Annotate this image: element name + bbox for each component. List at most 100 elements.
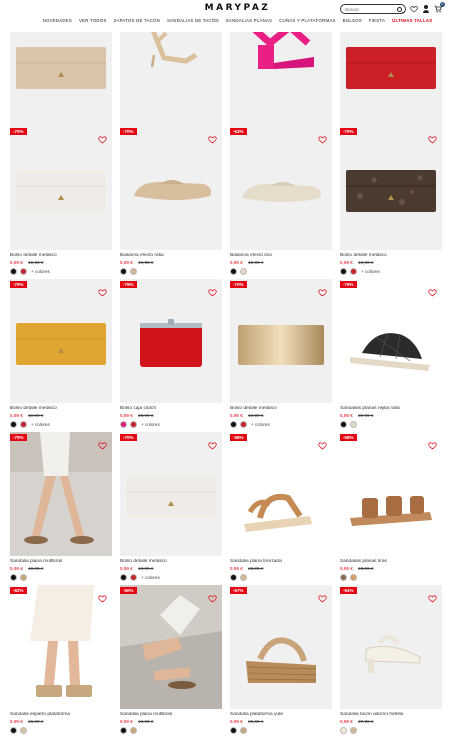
color-swatch[interactable] [340, 268, 347, 275]
color-swatch[interactable] [350, 574, 357, 581]
nav-item[interactable]: Zapatos de tacón [110, 18, 163, 23]
product-image[interactable]: -50% [120, 585, 222, 709]
product-name[interactable]: Sandalia plana trenzada [230, 559, 332, 564]
product-name[interactable]: Bolso caja clutch [120, 406, 222, 411]
color-swatch[interactable] [20, 268, 27, 275]
nav-item[interactable]: Fiesta [365, 18, 388, 23]
product-card[interactable]: -79% Sandalias planas rejilla rafia 5,99 … [340, 279, 442, 428]
color-swatch[interactable] [340, 421, 347, 428]
color-swatch[interactable] [130, 268, 137, 275]
color-swatch[interactable] [350, 268, 357, 275]
heart-icon[interactable] [98, 437, 107, 450]
product-name[interactable]: Bolso detalle metálico [340, 253, 442, 258]
product-image[interactable]: -58% [340, 432, 442, 556]
product-card[interactable]: -58% Sandalias planas tiras 9,99 € 23,99 … [340, 432, 442, 581]
heart-icon[interactable] [208, 590, 217, 603]
product-card[interactable]: -50% Sandalia plana multitiras 9,99 € 19,… [120, 585, 222, 734]
product-card[interactable]: -70% Bolso detalle metálico 5,99 € 19,99 … [340, 126, 442, 275]
product-card[interactable]: -67% Sandalia plataforma yute 9,99 € 29,9… [230, 585, 332, 734]
product-card[interactable]: -58% Sandalia plana trenzada 9,99 € 23,99… [230, 432, 332, 581]
heart-icon[interactable] [410, 5, 418, 13]
more-colors-link[interactable]: + colores [141, 575, 160, 580]
heart-icon[interactable] [428, 131, 437, 144]
color-swatch[interactable] [340, 574, 347, 581]
heart-icon[interactable] [428, 284, 437, 297]
product-card[interactable]: -70% Bolso detalle metálico 5,99 € 19,99 … [120, 432, 222, 581]
color-swatch[interactable] [20, 727, 27, 734]
product-image[interactable]: -64% [340, 585, 442, 709]
heart-icon[interactable] [98, 284, 107, 297]
nav-item[interactable]: Novedades [39, 18, 75, 23]
color-swatch[interactable] [10, 421, 17, 428]
color-swatch[interactable] [120, 727, 127, 734]
heart-icon[interactable] [98, 590, 107, 603]
product-name[interactable]: Sandalias planas rejilla rafia [340, 406, 442, 411]
product-image[interactable]: -79% [120, 279, 222, 403]
product-image[interactable]: -70% [10, 432, 112, 556]
color-swatch[interactable] [240, 268, 247, 275]
nav-item[interactable]: Bolsos [339, 18, 365, 23]
nav-item[interactable]: Sandalias de tacón [164, 18, 223, 23]
heart-icon[interactable] [428, 590, 437, 603]
product-card[interactable]: -64% Sandalia tacón adorno hebilla 9,99 €… [340, 585, 442, 734]
heart-icon[interactable] [98, 131, 107, 144]
product-name[interactable]: Bailarina efecto lino [230, 253, 332, 258]
search-icon[interactable] [397, 6, 402, 12]
more-colors-link[interactable]: + colores [251, 422, 270, 427]
color-swatch[interactable] [350, 727, 357, 734]
user-icon[interactable] [422, 5, 430, 13]
product-name[interactable]: Sandalia plataforma yute [230, 712, 332, 717]
product-image[interactable]: -62% [10, 585, 112, 709]
color-swatch[interactable] [230, 574, 237, 581]
color-swatch[interactable] [10, 268, 17, 275]
product-image[interactable]: -79% [340, 279, 442, 403]
product-image[interactable]: -63% [230, 126, 332, 250]
color-swatch[interactable] [240, 421, 247, 428]
color-swatch[interactable] [230, 421, 237, 428]
heart-icon[interactable] [208, 437, 217, 450]
color-swatch[interactable] [10, 727, 17, 734]
product-name[interactable]: Sandalias planas tiras [340, 559, 442, 564]
heart-icon[interactable] [318, 590, 327, 603]
cart-icon[interactable]: 0 [434, 2, 445, 13]
product-image[interactable]: -70% [10, 126, 112, 250]
heart-icon[interactable] [318, 284, 327, 297]
product-name[interactable]: Sandalia plana multitiras [120, 712, 222, 717]
more-colors-link[interactable]: + colores [31, 269, 50, 274]
product-image[interactable]: -70% [10, 279, 112, 403]
search-box[interactable] [340, 4, 406, 14]
color-swatch[interactable] [240, 574, 247, 581]
product-image[interactable]: -67% [230, 585, 332, 709]
product-card[interactable]: -79% Bolso caja clutch 5,99 € 25,99 € + co… [120, 279, 222, 428]
color-swatch[interactable] [240, 727, 247, 734]
heart-icon[interactable] [318, 131, 327, 144]
nav-item[interactable]: Ver todos [76, 18, 111, 23]
color-swatch[interactable] [340, 727, 347, 734]
product-image[interactable]: -70% [120, 432, 222, 556]
search-input[interactable] [345, 5, 397, 13]
heart-icon[interactable] [428, 437, 437, 450]
color-swatch[interactable] [20, 421, 27, 428]
product-card[interactable]: -70% Sandalia plana multitiras 5,99 € 19,… [10, 432, 112, 581]
product-card[interactable]: -63% Bailarina efecto lino 5,99 € 15,99 € [230, 126, 332, 275]
product-name[interactable]: Sandalia tacón adorno hebilla [340, 712, 442, 717]
more-colors-link[interactable]: + colores [31, 422, 50, 427]
color-swatch[interactable] [130, 574, 137, 581]
product-card[interactable]: -70% Bolso detalle metálico 5,99 € 19,99 … [10, 126, 112, 275]
product-card[interactable]: -70% Bolso detalle metálico 5,99 € 19,99 … [230, 279, 332, 428]
nav-item[interactable]: Sandalias planas [222, 18, 275, 23]
product-name[interactable]: Sandalia esparto plataforma [10, 712, 112, 717]
color-swatch[interactable] [130, 421, 137, 428]
color-swatch[interactable] [350, 421, 357, 428]
product-name[interactable]: Bolso detalle metálico [120, 559, 222, 564]
product-name[interactable]: Bailarina efecto rafia [120, 253, 222, 258]
more-colors-link[interactable]: + colores [361, 269, 380, 274]
nav-item[interactable]: Últimas tallas [389, 18, 436, 23]
heart-icon[interactable] [318, 437, 327, 450]
product-card[interactable]: -70% Bolso detalle metálico 5,99 € 19,99 … [10, 279, 112, 428]
product-image[interactable]: -70% [120, 126, 222, 250]
nav-item[interactable]: Cuñas y plataformas [276, 18, 339, 23]
product-image[interactable]: -70% [230, 279, 332, 403]
color-swatch[interactable] [120, 421, 127, 428]
product-name[interactable]: Bolso detalle metálico [230, 406, 332, 411]
